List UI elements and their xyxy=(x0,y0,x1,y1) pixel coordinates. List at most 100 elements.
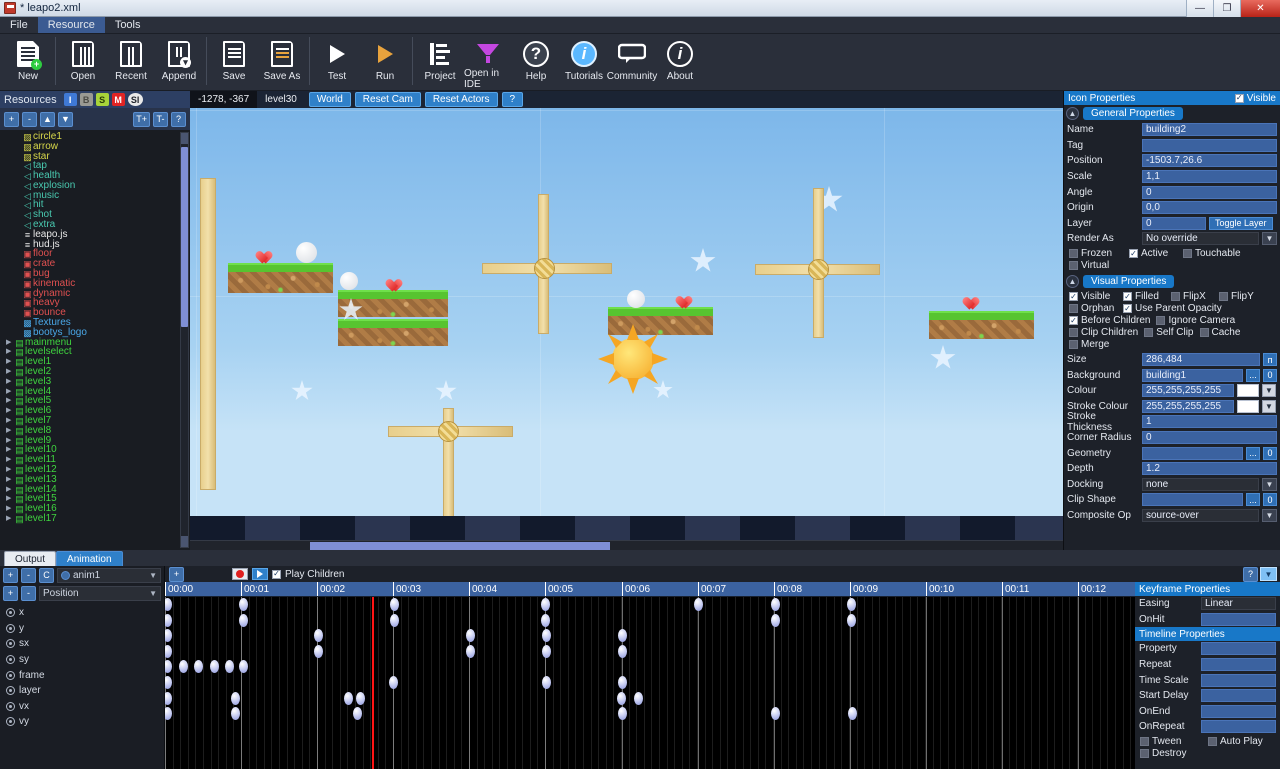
chevron-right-icon[interactable]: ▶ xyxy=(6,465,14,475)
keyframe-marker[interactable] xyxy=(165,660,172,674)
checkbox-cache[interactable]: Cache xyxy=(1199,327,1240,339)
checkbox-orphan[interactable]: Orphan xyxy=(1069,303,1117,315)
resource-tree-item[interactable]: ▨ circle1 xyxy=(0,131,190,142)
windmill-hub[interactable] xyxy=(438,421,459,442)
chevron-down-icon[interactable]: ▼ xyxy=(149,571,157,580)
resource-tree-item[interactable]: ▩ Textures xyxy=(0,318,190,329)
checkbox-clip-children[interactable]: Clip Children xyxy=(1069,327,1138,339)
add-property-button[interactable]: + xyxy=(3,585,18,601)
maximize-button[interactable]: ❐ xyxy=(1213,0,1240,17)
add-resource-button[interactable]: + xyxy=(4,111,19,127)
keyframe-marker[interactable] xyxy=(618,629,627,643)
checkbox-box[interactable]: ✓ xyxy=(1129,249,1138,259)
move-up-button[interactable]: ▲ xyxy=(40,111,55,127)
checkbox-frozen[interactable]: Frozen xyxy=(1069,248,1123,260)
checkbox-use-parent-opacity[interactable]: ✓ Use Parent Opacity xyxy=(1123,303,1222,315)
checkbox-active[interactable]: ✓ Active xyxy=(1129,248,1177,260)
chevron-right-icon[interactable]: ▶ xyxy=(6,426,14,436)
remove-property-button[interactable]: - xyxy=(21,585,36,601)
menu-item-file[interactable]: File xyxy=(0,17,38,33)
eye-icon[interactable] xyxy=(6,639,15,649)
animation-track-y[interactable]: y xyxy=(0,621,164,637)
animation-track-vx[interactable]: vx xyxy=(0,699,164,715)
checkbox-box[interactable] xyxy=(1140,737,1149,747)
chevron-right-icon[interactable]: ▶ xyxy=(6,504,14,514)
chevron-right-icon[interactable]: ▶ xyxy=(6,338,14,348)
chevron-right-icon[interactable]: ▶ xyxy=(6,367,14,377)
checkbox-box[interactable] xyxy=(1069,340,1078,350)
checkbox-box[interactable] xyxy=(1208,737,1217,747)
toolbar-button-project[interactable]: Project xyxy=(416,34,464,90)
property-input[interactable] xyxy=(1142,493,1243,507)
checkbox-auto-play[interactable]: Auto Play xyxy=(1208,736,1263,748)
filter-brushes-icon[interactable]: B xyxy=(79,93,93,106)
property-input[interactable]: building1 xyxy=(1142,368,1243,382)
resource-tree-item[interactable]: ◁ explosion xyxy=(0,180,190,191)
checkbox-visible[interactable]: ✓ Visible xyxy=(1069,291,1117,303)
chevron-right-icon[interactable]: ▶ xyxy=(6,357,14,367)
checkbox-before-children[interactable]: ✓ Before Children xyxy=(1069,315,1150,327)
resources-tree[interactable]: ▨ circle1 ▨ arrow ▨ star ◁ tap ◁ health ◁ explosion… xyxy=(0,130,190,550)
scroll-down-arrow[interactable] xyxy=(181,536,188,547)
property-input[interactable] xyxy=(1201,658,1276,672)
world-button[interactable]: World xyxy=(308,92,351,107)
eye-icon[interactable] xyxy=(6,623,15,633)
chevron-right-icon[interactable]: ▶ xyxy=(6,436,14,446)
eye-icon[interactable] xyxy=(6,608,15,618)
keyframe-marker[interactable] xyxy=(389,676,398,689)
property-input[interactable]: 286,484 xyxy=(1142,353,1260,367)
resource-tree-item[interactable]: ▨ star xyxy=(0,151,190,162)
checkbox-self-clip[interactable]: Self Clip xyxy=(1144,327,1194,339)
keyframe-marker[interactable] xyxy=(165,613,172,627)
chevron-right-icon[interactable]: ▶ xyxy=(6,475,14,485)
chevron-down-icon[interactable]: ▼ xyxy=(1262,477,1277,491)
chevron-right-icon[interactable]: ▶ xyxy=(6,445,14,455)
resource-tree-item[interactable]: ◁ tap xyxy=(0,161,190,172)
chevron-right-icon[interactable]: ▶ xyxy=(6,387,14,397)
chevron-right-icon[interactable]: ▶ xyxy=(6,494,14,504)
keyframe-marker[interactable] xyxy=(541,613,550,627)
browse-button[interactable]: ... xyxy=(1246,493,1260,507)
property-input[interactable] xyxy=(1201,720,1276,734)
keyframe-marker[interactable] xyxy=(353,707,362,721)
colour-swatch[interactable] xyxy=(1237,399,1259,413)
keyframe-marker[interactable] xyxy=(542,629,551,643)
play-button[interactable] xyxy=(252,568,268,580)
checkbox-touchable[interactable]: Touchable xyxy=(1183,248,1241,260)
heart-pickup[interactable] xyxy=(253,246,268,260)
game-stage[interactable] xyxy=(190,108,1063,540)
resources-help-button[interactable]: ? xyxy=(171,111,186,127)
property-input[interactable]: 0 xyxy=(1142,216,1206,230)
checkbox-box[interactable] xyxy=(1069,328,1078,338)
toolbar-button-tutorials[interactable]: i Tutorials xyxy=(560,34,608,90)
keyframe-marker[interactable] xyxy=(165,629,172,643)
rock-ball[interactable] xyxy=(296,242,317,263)
property-input[interactable] xyxy=(1201,642,1276,656)
checkbox-filled[interactable]: ✓ Filled xyxy=(1123,291,1165,303)
toggle-layer-button[interactable]: Toggle Layer xyxy=(1209,216,1273,230)
heart-pickup[interactable] xyxy=(960,292,975,306)
stage-horizontal-scrollbar[interactable] xyxy=(190,540,1063,550)
property-input[interactable]: 1,1 xyxy=(1142,170,1277,184)
toolbar-button-save-as[interactable]: Save As xyxy=(258,34,306,90)
timeline-playhead[interactable] xyxy=(372,597,374,769)
toolbar-button-append[interactable]: ▾ Append xyxy=(155,34,203,90)
checkbox-box[interactable] xyxy=(1171,292,1180,302)
text-smaller-button[interactable]: T- xyxy=(153,111,168,127)
keyframe-marker[interactable] xyxy=(165,691,172,705)
property-input[interactable]: 0,0 xyxy=(1142,201,1277,215)
star-decoration[interactable] xyxy=(690,248,716,272)
keyframe-marker[interactable] xyxy=(618,644,627,658)
checkbox-box[interactable] xyxy=(1069,249,1078,259)
resource-tree-item[interactable]: ▨ arrow xyxy=(0,141,190,152)
browse-button[interactable]: ... xyxy=(1246,368,1260,382)
property-input[interactable]: Linear xyxy=(1201,597,1276,611)
timeline-ruler[interactable]: 00:00 00:01 00:02 00:03 00:04 00:05 00:06 00:07… xyxy=(165,582,1135,597)
checkbox-box[interactable]: ✓ xyxy=(1069,292,1078,302)
property-input[interactable] xyxy=(1142,446,1243,460)
resource-tree-item[interactable]: ◁ health xyxy=(0,171,190,182)
resource-tree-item[interactable]: ≡ hud.js xyxy=(0,239,190,250)
eye-icon[interactable] xyxy=(6,686,15,696)
checkbox-merge[interactable]: Merge xyxy=(1069,339,1109,351)
resource-tree-item[interactable]: ▣ floor xyxy=(0,249,190,260)
